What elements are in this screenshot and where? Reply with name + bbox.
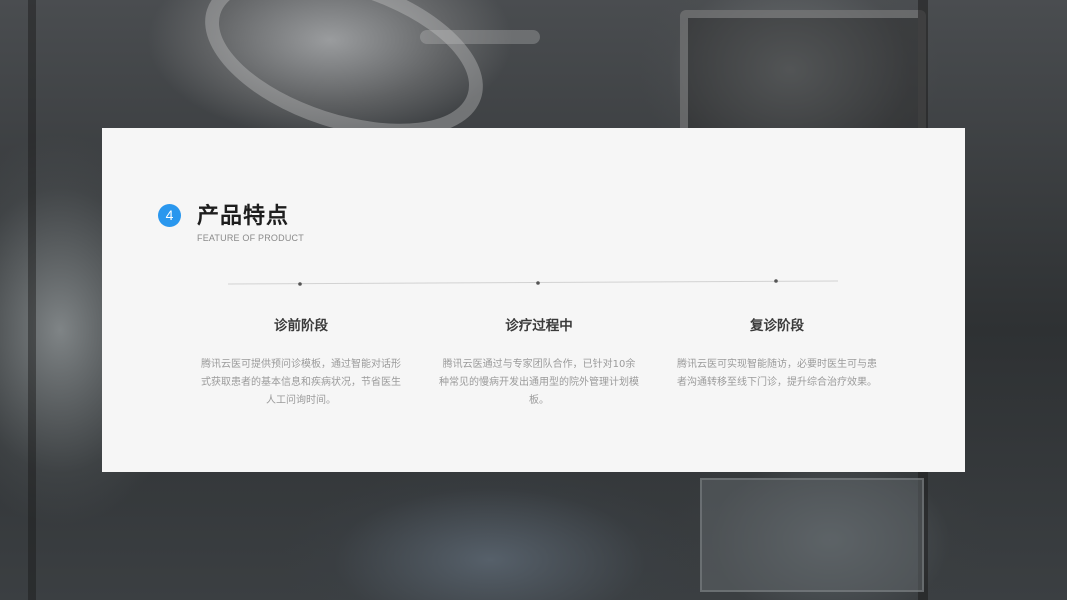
section-subtitle: FEATURE OF PRODUCT	[197, 233, 304, 243]
stage-column: 诊疗过程中 腾讯云医通过与专家团队合作，已针对10余种常见的慢病开发出通用型的院…	[439, 314, 639, 410]
stage-title: 诊疗过程中	[505, 318, 573, 334]
monitor-screen	[680, 10, 926, 136]
timeline-line	[227, 280, 839, 285]
stage-title: 复诊阶段	[750, 318, 804, 334]
timeline	[227, 279, 839, 286]
timeline-dot	[774, 279, 778, 283]
stage-title: 诊前阶段	[274, 318, 328, 334]
timeline-dot	[298, 282, 302, 286]
equipment-pole	[28, 0, 36, 600]
timeline-dot	[536, 281, 540, 285]
stage-column: 复诊阶段 腾讯云医可实现智能随访，必要时医生可与患者沟通转移至线下门诊，提升综合…	[677, 314, 877, 392]
lamp-arm	[420, 30, 540, 44]
stage-description: 腾讯云医可提供预问诊模板，通过智能对话形式获取患者的基本信息和疾病状况，节省医生…	[201, 359, 401, 406]
content-card: 4 产品特点 FEATURE OF PRODUCT 诊前阶段 腾讯云医可提供预问…	[102, 128, 965, 472]
medical-equipment	[700, 478, 924, 592]
stage-description: 腾讯云医可实现智能随访，必要时医生可与患者沟通转移至线下门诊，提升综合治疗效果。	[677, 359, 877, 388]
section-number-badge: 4	[158, 204, 181, 227]
stage-column: 诊前阶段 腾讯云医可提供预问诊模板，通过智能对话形式获取患者的基本信息和疾病状况…	[201, 314, 401, 410]
section-title: 产品特点	[197, 204, 290, 229]
stage-description: 腾讯云医通过与专家团队合作，已针对10余种常见的慢病开发出通用型的院外管理计划模…	[439, 359, 639, 406]
